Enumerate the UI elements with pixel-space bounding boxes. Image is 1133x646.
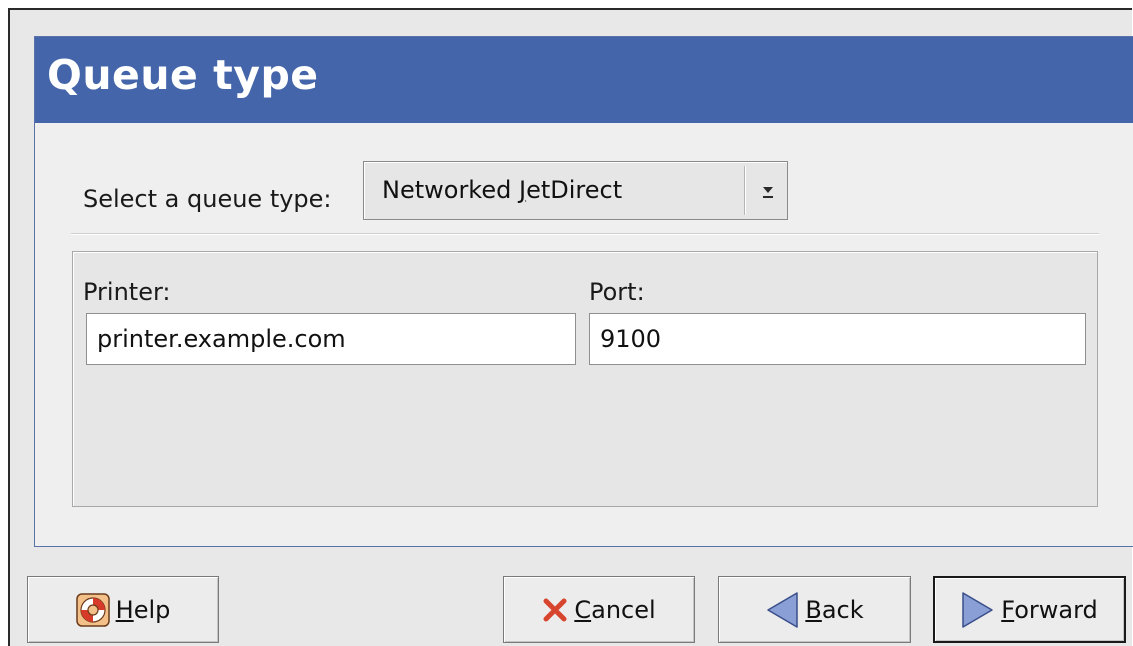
queue-type-label: Select a queue type: [83, 185, 332, 213]
back-button[interactable]: Back [718, 576, 911, 643]
forward-button[interactable]: Forward [933, 576, 1126, 643]
forward-button-label: Forward [1001, 595, 1098, 624]
left-arrow-icon [765, 590, 799, 630]
help-button[interactable]: Help [27, 576, 219, 643]
connection-settings-group: Printer: Port: [72, 251, 1098, 507]
dropdown-separator [744, 166, 745, 215]
dialog-window: Queue type Select a queue type: Networke… [8, 8, 1133, 646]
printer-input[interactable] [86, 313, 576, 365]
printer-label: Printer: [83, 278, 171, 306]
queue-type-selected-value: Networked JetDirect [382, 176, 623, 204]
page-title: Queue type [47, 51, 319, 99]
port-label: Port: [589, 278, 645, 306]
queue-type-dropdown[interactable]: Networked JetDirect [363, 161, 788, 220]
wizard-page: Queue type Select a queue type: Networke… [34, 36, 1133, 547]
cancel-button-label: Cancel [574, 595, 656, 624]
cancel-button[interactable]: Cancel [503, 576, 695, 643]
lifebuoy-icon [75, 592, 110, 627]
chevron-down-icon[interactable] [756, 178, 780, 204]
right-arrow-icon [961, 590, 995, 630]
port-input[interactable] [589, 313, 1086, 365]
help-button-label: Help [115, 595, 171, 624]
separator [71, 233, 1099, 234]
page-content: Select a queue type: Networked JetDirect… [35, 123, 1133, 546]
title-banner: Queue type [35, 37, 1133, 123]
red-x-icon [542, 597, 568, 623]
back-button-label: Back [805, 595, 864, 624]
